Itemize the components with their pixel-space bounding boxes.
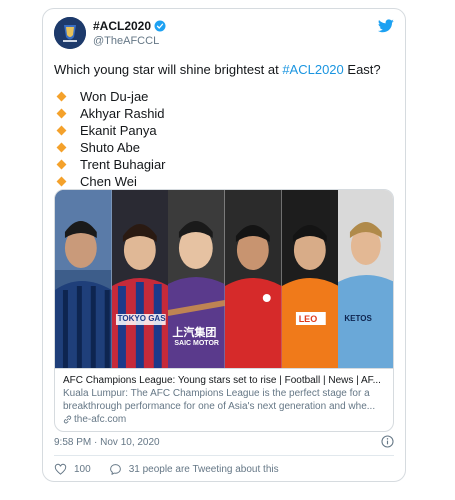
tweet-actions: 100 31 people are Tweeting about this xyxy=(54,462,279,476)
list-item: Ekanit Panya xyxy=(54,122,166,139)
diamond-bullet-icon xyxy=(56,176,67,187)
link-preview-card[interactable]: TOKYO GAS 上汽集团 SAIC MOTOR LEO KETOS AFC … xyxy=(54,189,394,432)
tweeting-about-link[interactable]: 31 people are Tweeting about this xyxy=(129,464,279,475)
player-photo: 上汽集团 SAIC MOTOR xyxy=(168,190,226,368)
tweet-card[interactable]: #ACL2020 @TheAFCCL Which young star will… xyxy=(42,8,406,482)
list-item: Chen Wei xyxy=(54,173,166,190)
link-domain[interactable]: the-afc.com xyxy=(63,413,387,426)
diamond-bullet-icon xyxy=(56,108,67,119)
info-icon[interactable] xyxy=(381,435,394,448)
player-list: Won Du-jae Akhyar Rashid Ekanit Panya Sh… xyxy=(54,88,166,190)
link-preview-image[interactable]: TOKYO GAS 上汽集团 SAIC MOTOR LEO KETOS xyxy=(55,190,393,368)
list-item: Trent Buhagiar xyxy=(54,156,166,173)
sponsor-text: LEO xyxy=(298,314,318,324)
player-photo: KETOS xyxy=(338,190,393,368)
avatar[interactable] xyxy=(54,17,86,49)
display-name[interactable]: #ACL2020 xyxy=(93,19,166,33)
afc-logo-icon xyxy=(54,17,86,49)
player-photo xyxy=(225,190,282,368)
link-description: Kuala Lumpur: The AFC Champions League i… xyxy=(63,388,376,412)
heart-icon[interactable] xyxy=(54,463,67,476)
list-item: Akhyar Rashid xyxy=(54,105,166,122)
diamond-bullet-icon xyxy=(56,125,67,136)
sponsor-text: TOKYO GAS xyxy=(117,314,166,323)
tweet-timestamp[interactable]: 9:58 PM · Nov 10, 2020 xyxy=(54,437,160,449)
link-preview-meta[interactable]: AFC Champions League: Young stars set to… xyxy=(55,368,393,431)
player-photo xyxy=(55,190,112,368)
list-item: Shuto Abe xyxy=(54,139,166,156)
like-count[interactable]: 100 xyxy=(74,464,91,475)
twitter-bird-icon[interactable] xyxy=(378,19,394,33)
list-item: Won Du-jae xyxy=(54,88,166,105)
sponsor-text: SAIC MOTOR xyxy=(174,340,219,347)
diamond-bullet-icon xyxy=(56,159,67,170)
divider xyxy=(54,455,394,456)
player-photo: TOKYO GAS xyxy=(111,190,169,368)
sponsor-text: 上汽集团 xyxy=(172,327,217,339)
link-icon xyxy=(63,415,72,424)
diamond-bullet-icon xyxy=(56,91,67,102)
verified-badge-icon xyxy=(154,20,166,32)
link-title[interactable]: AFC Champions League: Young stars set to… xyxy=(63,374,387,387)
sponsor-text: KETOS xyxy=(344,314,372,323)
diamond-bullet-icon xyxy=(56,142,67,153)
user-handle[interactable]: @TheAFCCL xyxy=(93,35,159,48)
hashtag-link[interactable]: #ACL2020 xyxy=(282,62,343,77)
people-icon[interactable] xyxy=(109,463,122,476)
player-photo: LEO xyxy=(281,190,339,368)
tweet-text: Which young star will shine brightest at… xyxy=(54,62,381,77)
